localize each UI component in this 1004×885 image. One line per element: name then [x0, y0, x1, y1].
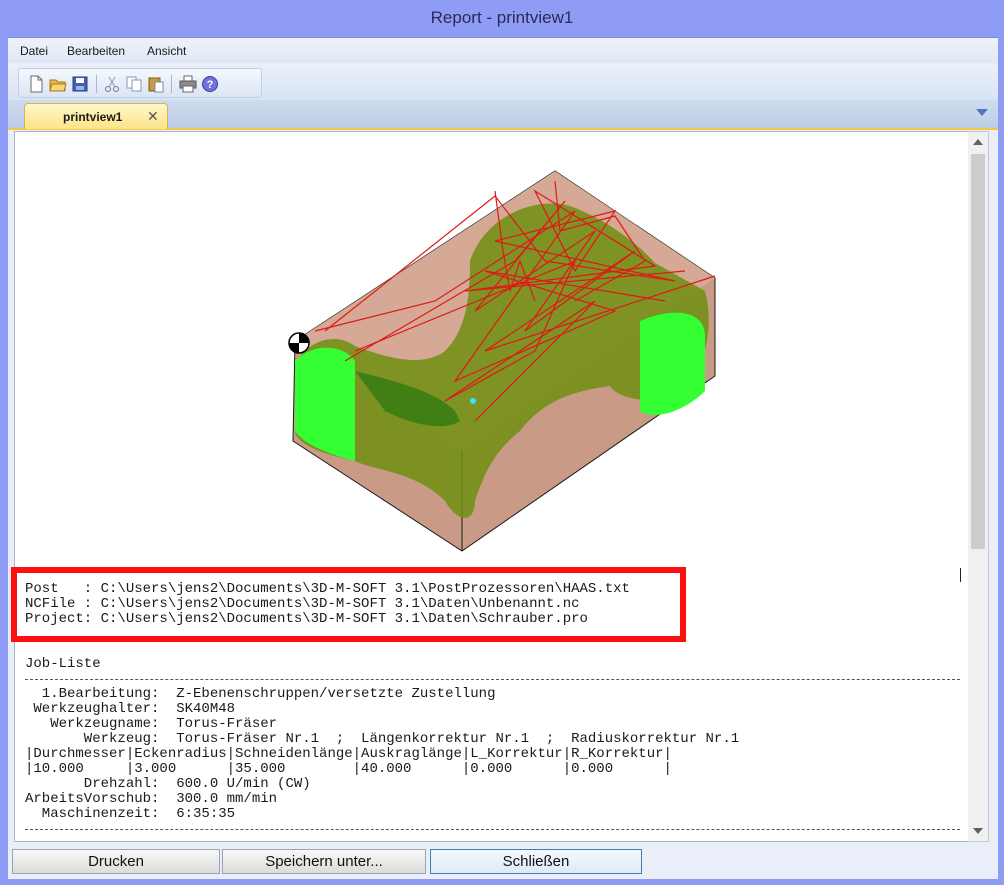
window-frame-right — [998, 37, 1004, 885]
text-caret — [960, 568, 961, 582]
menu-bearbeiten[interactable]: Bearbeiten — [67, 44, 125, 58]
job-line: Werkzeugname: Torus-Fräser — [25, 716, 278, 732]
button-bar: Drucken Speichern unter... Schließen — [8, 842, 998, 879]
toolbar-separator — [171, 75, 172, 93]
window-frame-left — [0, 37, 8, 885]
chevron-down-icon[interactable] — [976, 109, 988, 116]
tab-label: printview1 — [63, 110, 123, 124]
tool-table-header: |Durchmesser|Eckenradius|Schneidenlänge|… — [25, 746, 672, 762]
title-bar: Report - printview1 — [0, 0, 1004, 38]
toolbar: ? — [8, 64, 998, 100]
toolpath-preview — [288, 170, 716, 552]
project-path-line: Project: C:\Users\jens2\Documents\3D-M-S… — [25, 611, 588, 627]
tab-printview1[interactable]: printview1 ✕ — [24, 103, 168, 129]
tool-table-row: |10.000 |3.000 |35.000 |40.000 |0.000 |0… — [25, 761, 672, 777]
job-line: 1.Bearbeitung: Z-Ebenenschruppen/versetz… — [25, 686, 496, 702]
scroll-down-icon[interactable] — [973, 828, 983, 834]
window-title: Report - printview1 — [430, 8, 574, 27]
job-line: Maschinenzeit: 6:35:35 — [25, 806, 236, 822]
job-list-heading: Job-Liste — [25, 656, 101, 672]
toolbar-separator — [96, 75, 97, 93]
job-line: Werkzeug: Torus-Fräser Nr.1 ; Längenkorr… — [25, 731, 740, 747]
job-line: Drehzahl: 600.0 U/min (CW) — [25, 776, 311, 792]
save-icon[interactable] — [71, 75, 89, 93]
job-line: Werkzeughalter: SK40M48 — [25, 701, 236, 717]
open-folder-icon[interactable] — [49, 75, 67, 93]
close-button[interactable]: Schließen — [430, 849, 642, 874]
cut-icon[interactable] — [103, 75, 121, 93]
ncfile-path-line: NCFile : C:\Users\jens2\Documents\3D-M-S… — [25, 596, 580, 612]
print-icon[interactable] — [179, 75, 197, 93]
menu-bar: Datei Bearbeiten Ansicht — [8, 38, 998, 63]
help-icon[interactable]: ? — [201, 75, 219, 93]
vertical-scrollbar[interactable] — [968, 131, 989, 842]
new-document-icon[interactable] — [27, 75, 45, 93]
document-tab-bar: printview1 ✕ — [8, 100, 998, 130]
job-line: ArbeitsVorschub: 300.0 mm/min — [25, 791, 278, 807]
post-path-line: Post : C:\Users\jens2\Documents\3D-M-SOF… — [25, 581, 630, 597]
window-frame-bottom — [0, 879, 1004, 885]
machined-surface-right — [640, 312, 705, 415]
menu-ansicht[interactable]: Ansicht — [147, 44, 186, 58]
paste-icon[interactable] — [147, 75, 165, 93]
scroll-up-icon[interactable] — [973, 139, 983, 145]
close-icon[interactable]: ✕ — [147, 108, 159, 125]
scrollbar-thumb[interactable] — [971, 154, 985, 549]
print-button[interactable]: Drucken — [12, 849, 220, 874]
save-as-button[interactable]: Speichern unter... — [222, 849, 426, 874]
menu-datei[interactable]: Datei — [20, 44, 48, 58]
toolbar-strip: ? — [18, 68, 262, 98]
separator-line — [25, 679, 960, 680]
tool-position-marker — [470, 398, 476, 404]
report-view: Post : C:\Users\jens2\Documents\3D-M-SOF… — [11, 131, 969, 842]
svg-text:?: ? — [207, 79, 214, 91]
copy-icon[interactable] — [125, 75, 143, 93]
separator-line — [25, 829, 960, 830]
